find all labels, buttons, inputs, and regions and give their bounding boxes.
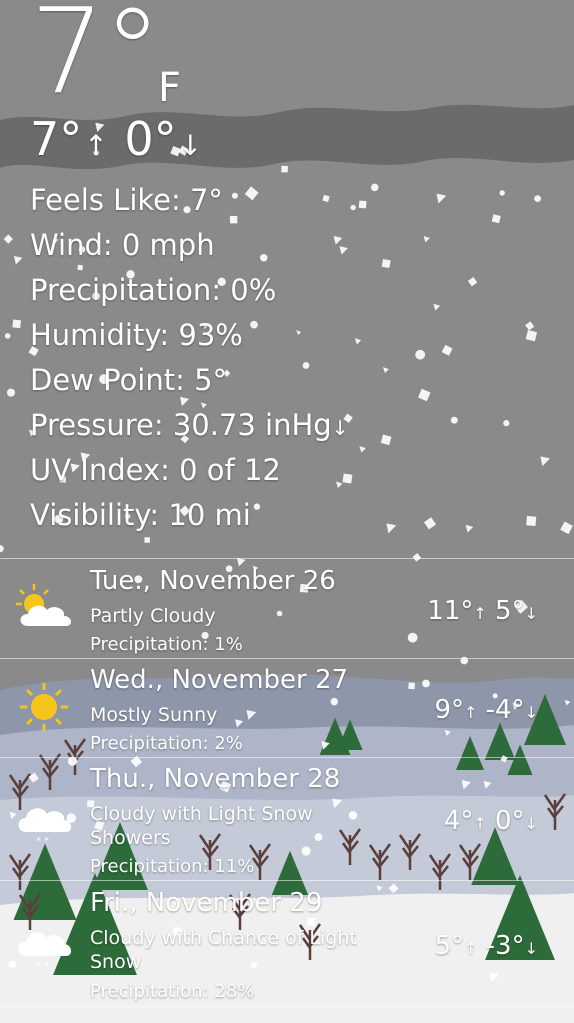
- partly-cloudy-icon: [16, 584, 72, 626]
- uv-index: UV Index: 0 of 12: [30, 453, 281, 487]
- forecast-day: Wed., November 27: [90, 665, 349, 695]
- forecast-high-low: 5°↑ -3°↓: [434, 933, 538, 959]
- snowflake: [281, 165, 288, 173]
- today-high: 7°: [30, 112, 83, 166]
- pressure-trend-icon: ↓: [331, 416, 349, 440]
- snowflake: [450, 416, 458, 424]
- down-arrow-icon: ↓: [524, 604, 538, 623]
- snowflake: [415, 349, 426, 360]
- snowflake: [306, 917, 316, 926]
- forecast-high-low: 4°↑ 0°↓: [444, 808, 538, 834]
- forecast-low: -4°: [485, 695, 525, 725]
- dew-point: Dew Point: 5°: [30, 363, 228, 397]
- forecast-condition: Cloudy with Chance of Light Snow: [90, 927, 357, 973]
- snowflake: [12, 319, 22, 329]
- snowflake: [503, 420, 510, 427]
- forecast-low: -3°: [485, 931, 525, 961]
- feels-like: Feels Like: 7°: [30, 183, 223, 217]
- humidity: Humidity: 93%: [30, 318, 243, 352]
- up-arrow-icon: ↑: [473, 604, 487, 623]
- forecast-precipitation: Precipitation: 28%: [90, 981, 255, 1002]
- divider: [0, 558, 574, 559]
- snowflake: [250, 320, 258, 329]
- snowflake: [422, 679, 430, 688]
- divider: [0, 757, 574, 758]
- precipitation: Precipitation: 0%: [30, 273, 277, 307]
- snowflake: [534, 195, 541, 203]
- snowflake: [144, 537, 150, 543]
- cloud-snow-icon: * *: [18, 932, 72, 970]
- down-arrow-icon: ↓: [178, 129, 203, 162]
- down-arrow-icon: ↓: [524, 814, 538, 833]
- snowflake: [358, 200, 367, 209]
- snowflake: [381, 259, 391, 269]
- snowflake: [407, 632, 418, 643]
- snowflake: [77, 264, 83, 271]
- forecast-precipitation: Precipitation: 11%: [90, 856, 255, 877]
- snowflake: [370, 183, 379, 192]
- forecast-high: 4°: [443, 806, 474, 836]
- snowflake: [229, 215, 238, 224]
- divider: [0, 658, 574, 659]
- visibility: Visibility: 10 mi: [30, 498, 251, 532]
- forecast-high: 5°: [434, 931, 464, 961]
- today-low: 0°: [124, 112, 177, 166]
- up-arrow-icon: ↑: [84, 129, 108, 162]
- forecast-condition: Partly Cloudy: [90, 605, 216, 627]
- down-arrow-icon: ↓: [524, 703, 538, 722]
- snowflake: [4, 333, 11, 339]
- pressure-value: Pressure: 30.73 inHg: [30, 408, 332, 442]
- current-temperature: 7°: [30, 0, 162, 120]
- snowflake: [253, 503, 261, 510]
- up-arrow-icon: ↑: [473, 814, 487, 833]
- snowflake: [350, 204, 356, 211]
- snowflake: [342, 473, 353, 484]
- divider: [0, 880, 574, 881]
- wind: Wind: 0 mph: [30, 228, 215, 262]
- forecast-condition: Mostly Sunny: [90, 704, 218, 726]
- snowflake: [302, 362, 310, 369]
- forecast-low: 0°: [495, 806, 525, 836]
- forecast-high-low: 11°↑ 5°↓: [427, 598, 538, 624]
- forecast-precipitation: Precipitation: 2%: [90, 733, 243, 754]
- forecast-day: Thu., November 28: [90, 764, 341, 794]
- up-arrow-icon: ↑: [463, 939, 478, 958]
- down-arrow-icon: ↓: [524, 939, 538, 958]
- forecast-condition: Cloudy with Light Snow Showers: [90, 803, 313, 849]
- svg-text:* *: * *: [36, 960, 49, 970]
- snowflake: [526, 515, 537, 527]
- snowflake: [231, 192, 238, 199]
- forecast-low: 5°: [495, 596, 525, 626]
- up-arrow-icon: ↑: [463, 703, 478, 722]
- forecast-day: Tue., November 26: [90, 566, 336, 596]
- forecast-day: Fri., November 29: [90, 888, 323, 918]
- cloud-snow-icon: * *: [18, 808, 72, 846]
- forecast-high-low: 9°↑ -4°↓: [434, 697, 538, 723]
- snowflake: [260, 254, 268, 262]
- snowflake: [499, 190, 505, 196]
- forecast-high: 9°: [434, 695, 464, 725]
- divider: [0, 1006, 574, 1007]
- snowflake: [408, 682, 415, 690]
- svg-text:* *: * *: [36, 836, 49, 846]
- temperature-unit: F: [158, 65, 182, 111]
- today-high-low: 7°↑ 0°↓: [30, 116, 204, 162]
- sun-icon: [20, 683, 68, 731]
- pressure: Pressure: 30.73 inHg↓: [30, 411, 348, 440]
- snowflake: [6, 388, 16, 397]
- forecast-precipitation: Precipitation: 1%: [90, 634, 243, 655]
- forecast-high: 11°: [427, 596, 474, 626]
